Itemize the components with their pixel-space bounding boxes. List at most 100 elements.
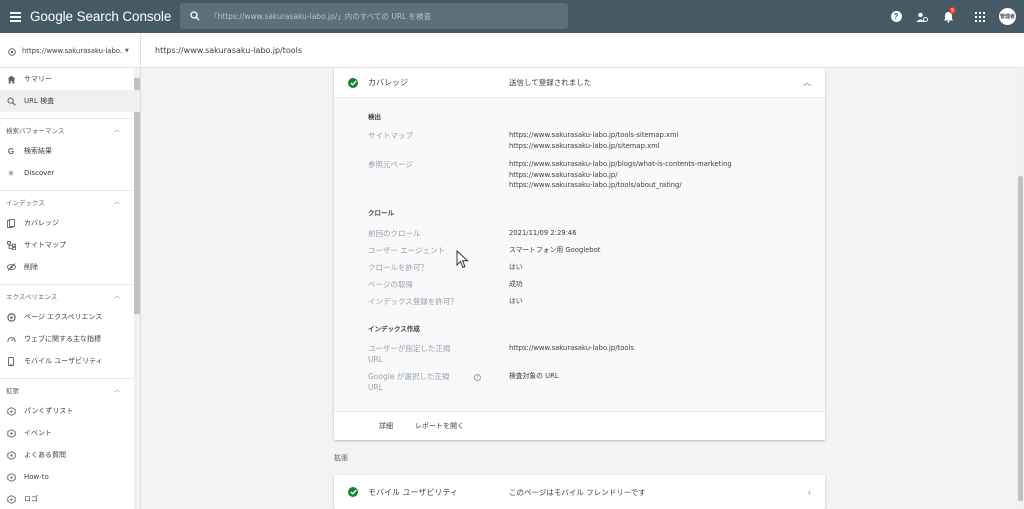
sidebar-item-how-to[interactable]: How-to — [0, 466, 140, 488]
open-report-button[interactable]: レポートを開く — [415, 421, 464, 431]
sitemap-url[interactable]: https://www.sakurasaku-labo.jp/tools-sit… — [509, 130, 678, 141]
sidebar-section-index[interactable]: インデックス ︿ — [0, 190, 140, 212]
chevron-up-icon[interactable]: ︿ — [803, 77, 811, 88]
sidebar-item-label: サマリー — [24, 75, 52, 83]
referring-page-label: 参照元ページ — [368, 160, 413, 169]
main-content: カバレッジ 送信して登録されました ︿ 検出 サイトマップ https://ww… — [141, 68, 1024, 509]
chevron-right-icon[interactable]: › — [808, 488, 811, 497]
sidebar-item-label: 検索結果 — [24, 147, 52, 155]
sidebar-item-page-experience[interactable]: ページ エクスペリエンス — [0, 306, 140, 328]
coverage-icon — [6, 218, 16, 228]
home-icon — [6, 74, 16, 84]
sidebar-item-label: 削除 — [24, 263, 38, 271]
property-selector[interactable]: https://www.sakurasaku-labo... ▼ — [0, 33, 141, 68]
sidebar-item-label: ロゴ — [24, 495, 38, 503]
sidebar-item-label: URL 検査 — [24, 97, 55, 105]
inspected-url: https://www.sakurasaku-labo.jp/tools — [155, 46, 303, 55]
mobile-usability-status: このページはモバイル フレンドリーです — [509, 487, 646, 497]
page-experience-icon — [6, 312, 16, 322]
sidebar-item-label: How-to — [24, 473, 49, 481]
sidebar-item-summary[interactable]: サマリー — [0, 68, 140, 90]
discovery-heading: 検出 — [368, 113, 381, 121]
sidebar-item-label: サイトマップ — [24, 241, 66, 249]
mobile-usability-title: モバイル ユーザビリティ — [368, 487, 458, 497]
enhancement-icon — [6, 494, 16, 504]
sidebar-item-label: モバイル ユーザビリティ — [24, 357, 103, 365]
user-settings-icon[interactable] — [909, 0, 935, 33]
notification-badge: 5 — [949, 7, 956, 14]
check-circle-icon — [348, 487, 358, 497]
avatar[interactable]: 管理者 — [999, 8, 1016, 25]
sidebar-item-mobile-usability[interactable]: モバイル ユーザビリティ — [0, 350, 140, 372]
notifications-icon[interactable]: 5 — [935, 0, 961, 33]
last-crawl-label: 前回のクロール — [368, 229, 421, 238]
search-icon — [6, 96, 16, 106]
sidebar-item-url-inspection[interactable]: URL 検査 — [0, 90, 140, 112]
sidebar-item-search-results[interactable]: G 検索結果 — [0, 140, 140, 162]
sidebar-item-events[interactable]: イベント — [0, 422, 140, 444]
globe-icon — [8, 41, 16, 60]
indexing-allowed-value: はい — [509, 297, 523, 305]
sidebar-item-removals[interactable]: 削除 — [0, 256, 140, 278]
enhancement-icon — [6, 406, 16, 416]
sidebar-item-label: パンくずリスト — [24, 407, 74, 415]
app-title[interactable]: Google Search Console — [30, 9, 171, 24]
referring-url[interactable]: https://www.sakurasaku-labo.jp/blogs/wha… — [509, 159, 732, 170]
apps-grid-icon[interactable] — [967, 0, 993, 33]
indexing-allowed-label: インデックス登録を許可？ — [368, 297, 458, 306]
top-app-bar: Google Search Console ? 5 管理者 — [0, 0, 1024, 33]
referring-url[interactable]: https://www.sakurasaku-labo.jp/ — [509, 170, 732, 181]
google-canonical-value: 検査対象の URL — [509, 372, 559, 380]
removal-icon — [6, 262, 16, 272]
sidebar-item-label: イベント — [24, 429, 52, 437]
enhancement-icon — [6, 472, 16, 482]
chevron-up-icon: ︿ — [113, 293, 120, 300]
sidebar-item-discover[interactable]: ✳ Discover — [0, 162, 140, 184]
mobile-icon — [6, 356, 16, 366]
property-bar: https://www.sakurasaku-labo... ▼ https:/… — [0, 33, 1024, 68]
enhancements-heading: 拡張 — [334, 454, 348, 462]
sidebar-item-core-web-vitals[interactable]: ウェブに関する主な指標 — [0, 328, 140, 350]
url-inspection-search[interactable] — [180, 3, 568, 29]
sidebar-item-breadcrumbs[interactable]: パンくずリスト — [0, 400, 140, 422]
mobile-usability-header[interactable]: モバイル ユーザビリティ このページはモバイル フレンドリーです › — [334, 475, 825, 509]
sidebar-section-enhancements[interactable]: 拡張 ︿ — [0, 378, 140, 400]
coverage-title: カバレッジ — [368, 78, 408, 87]
sidebar-section-experience[interactable]: エクスペリエンス ︿ — [0, 284, 140, 306]
coverage-card: カバレッジ 送信して登録されました ︿ 検出 サイトマップ https://ww… — [334, 68, 825, 440]
google-g-icon: G — [7, 146, 15, 156]
mobile-usability-card[interactable]: モバイル ユーザビリティ このページはモバイル フレンドリーです › — [334, 475, 825, 509]
sidebar-item-sitemaps[interactable]: サイトマップ — [0, 234, 140, 256]
chevron-up-icon: ︿ — [113, 127, 120, 134]
sitemap-icon — [6, 240, 16, 250]
coverage-header[interactable]: カバレッジ 送信して登録されました ︿ — [334, 68, 825, 98]
dropdown-caret-icon: ▼ — [125, 47, 129, 54]
sidebar-item-logo[interactable]: ロゴ — [0, 488, 140, 509]
sidebar-item-label: ウェブに関する主な指標 — [24, 335, 101, 343]
search-input[interactable] — [210, 11, 550, 21]
sidebar: サマリー URL 検査 検索パフォーマンス ︿ G 検索結果 ✳ Discover… — [0, 68, 141, 509]
enhancement-icon — [6, 428, 16, 438]
user-canonical-value[interactable]: https://www.sakurasaku-labo.jp/tools — [509, 343, 634, 354]
sidebar-item-coverage[interactable]: カバレッジ — [0, 212, 140, 234]
chevron-up-icon: ︿ — [113, 387, 120, 394]
menu-icon[interactable] — [2, 0, 28, 33]
property-name: https://www.sakurasaku-labo... — [22, 46, 122, 55]
sitemap-url[interactable]: https://www.sakurasaku-labo.jp/sitemap.x… — [509, 141, 678, 152]
main-scrollbar[interactable] — [1017, 68, 1024, 509]
help-icon[interactable]: ? — [883, 0, 909, 33]
sidebar-item-label: ページ エクスペリエンス — [24, 313, 103, 321]
page-fetch-value: 成功 — [509, 280, 523, 288]
referring-url[interactable]: https://www.sakurasaku-labo.jp/tools/abo… — [509, 180, 732, 191]
details-button[interactable]: 詳細 — [379, 421, 393, 431]
sidebar-item-faq[interactable]: よくある質問 — [0, 444, 140, 466]
crawl-heading: クロール — [368, 209, 394, 217]
user-agent-value: スマートフォン用 Googlebot — [509, 246, 601, 254]
info-icon[interactable]: i — [474, 373, 481, 381]
search-icon — [180, 11, 210, 21]
sidebar-section-performance[interactable]: 検索パフォーマンス ︿ — [0, 118, 140, 140]
user-canonical-label: ユーザーが指定した正規 URL — [368, 344, 451, 364]
coverage-details: 検出 サイトマップ https://www.sakurasaku-labo.jp… — [334, 98, 825, 411]
mouse-cursor-icon — [456, 250, 469, 269]
sitemap-label: サイトマップ — [368, 131, 413, 140]
